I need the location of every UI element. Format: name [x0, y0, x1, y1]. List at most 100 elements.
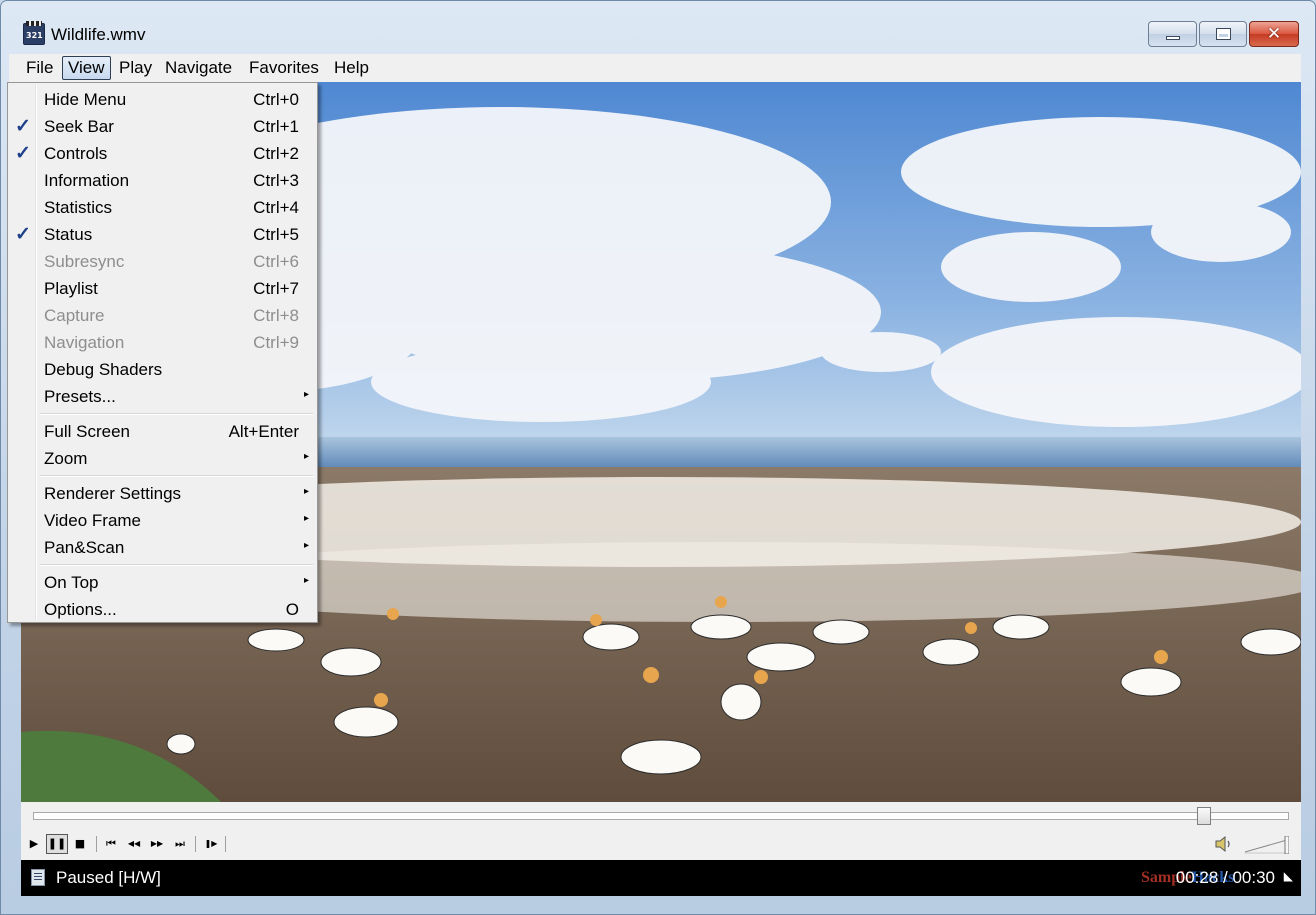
menu-item-label: Statistics [44, 198, 113, 217]
menu-item-shortcut: Ctrl+1 [253, 117, 299, 136]
stop-button[interactable]: ■ [69, 834, 91, 854]
frame-step-button[interactable]: ❚▶ [200, 834, 222, 854]
submenu-arrow-icon: ▸ [303, 540, 309, 551]
menu-help[interactable]: Help [329, 56, 374, 80]
menu-item-shortcut: Ctrl+5 [253, 225, 299, 244]
seek-bar[interactable] [33, 807, 1289, 825]
checkmark-icon: ✓ [15, 224, 31, 245]
menu-bar: File View Play Navigate Favorites Help [9, 54, 1301, 83]
submenu-arrow-icon: ▸ [303, 389, 309, 400]
separator [96, 836, 97, 852]
view-menu-item-navigation[interactable]: Navigation Ctrl+9 [10, 329, 315, 356]
menu-separator [40, 413, 313, 415]
menu-item-label: Information [44, 171, 130, 190]
close-button[interactable]: ✕ [1249, 21, 1299, 47]
menu-item-label: Options... [44, 600, 117, 619]
menu-separator [40, 564, 313, 566]
menu-navigate[interactable]: Navigate [160, 56, 237, 80]
view-menu-item-presets[interactable]: Presets... ▸ [10, 383, 315, 410]
menu-item-shortcut: Ctrl+7 [253, 279, 299, 298]
view-menu-item-pan-scan[interactable]: Pan&Scan ▸ [10, 534, 315, 561]
checkmark-icon: ✓ [15, 143, 31, 164]
view-menu-item-seek-bar[interactable]: ✓ Seek Bar Ctrl+1 [10, 113, 315, 140]
status-text: Paused [H/W] [56, 868, 161, 887]
menu-view[interactable]: View [62, 56, 111, 80]
view-menu-dropdown: Hide Menu Ctrl+0 ✓ Seek Bar Ctrl+1 ✓ Controls C… [7, 82, 318, 623]
submenu-arrow-icon: ▸ [303, 575, 309, 586]
menu-separator [40, 475, 313, 477]
seek-thumb[interactable] [1197, 807, 1211, 825]
view-menu-item-full-screen[interactable]: Full Screen Alt+Enter [10, 418, 315, 445]
maximize-button[interactable] [1199, 21, 1247, 47]
view-menu-item-options[interactable]: Options... O [10, 596, 315, 623]
menu-item-label: Renderer Settings [44, 484, 182, 503]
volume-slider[interactable] [1243, 836, 1289, 854]
menu-favorites[interactable]: Favorites [244, 56, 324, 80]
view-menu-item-zoom[interactable]: Zoom ▸ [10, 445, 315, 472]
menu-item-shortcut: Ctrl+4 [253, 198, 299, 217]
view-menu-item-video-frame[interactable]: Video Frame ▸ [10, 507, 315, 534]
rewind-button[interactable]: ◀◀ [123, 834, 145, 854]
submenu-arrow-icon: ▸ [303, 486, 309, 497]
file-icon [31, 869, 45, 886]
separator [195, 836, 196, 852]
menu-item-label: On Top [44, 573, 99, 592]
menu-item-label: Seek Bar [44, 117, 114, 136]
menu-item-shortcut: Ctrl+9 [253, 333, 299, 352]
close-icon: ✕ [1266, 24, 1282, 44]
fast-forward-button[interactable]: ▶▶ [146, 834, 168, 854]
maximize-icon [1216, 28, 1231, 40]
status-bar: Paused [H/W] SampleHacks 00:28 / 00:30 ◣ [21, 860, 1301, 896]
view-menu-item-renderer-settings[interactable]: Renderer Settings ▸ [10, 480, 315, 507]
app-window: 321 Wildlife.wmv ✕ File View Play Naviga… [0, 0, 1316, 915]
view-menu-item-playlist[interactable]: Playlist Ctrl+7 [10, 275, 315, 302]
submenu-arrow-icon: ▸ [303, 513, 309, 524]
menu-item-shortcut: Ctrl+6 [253, 252, 299, 271]
menu-item-label: Debug Shaders [44, 360, 163, 379]
menu-item-shortcut: O [285, 600, 299, 619]
view-menu-item-on-top[interactable]: On Top ▸ [10, 569, 315, 596]
menu-item-label: Navigation [44, 333, 125, 352]
speaker-icon[interactable] [1213, 834, 1235, 854]
status-time: 00:28 / 00:30 [1175, 868, 1275, 887]
play-button[interactable]: ▶ [23, 834, 45, 854]
menu-item-shortcut: Ctrl+3 [253, 171, 299, 190]
menu-item-shortcut: Ctrl+8 [253, 306, 299, 325]
view-menu-item-capture[interactable]: Capture Ctrl+8 [10, 302, 315, 329]
view-menu-item-controls[interactable]: ✓ Controls Ctrl+2 [10, 140, 315, 167]
menu-item-label: Full Screen [44, 422, 130, 441]
view-menu-item-subresync[interactable]: Subresync Ctrl+6 [10, 248, 315, 275]
menu-item-label: Playlist [44, 279, 98, 298]
view-menu-item-hide-menu[interactable]: Hide Menu Ctrl+0 [10, 86, 315, 113]
menu-item-label: Controls [44, 144, 108, 163]
minimize-button[interactable] [1148, 21, 1197, 47]
submenu-arrow-icon: ▸ [303, 451, 309, 462]
menu-item-shortcut: Ctrl+0 [253, 90, 299, 109]
menu-item-label: Pan&Scan [44, 538, 125, 557]
app-icon-text: 321 [26, 31, 43, 40]
menu-play[interactable]: Play [114, 56, 157, 80]
previous-button[interactable]: ⏮ [100, 834, 122, 854]
controls-bar: ▶ ❚❚ ■ ⏮ ◀◀ ▶▶ ⏭ ❚▶ [21, 802, 1301, 860]
view-menu-item-debug-shaders[interactable]: Debug Shaders [10, 356, 315, 383]
menu-item-label: Subresync [44, 252, 125, 271]
menu-file[interactable]: File [21, 56, 58, 80]
minimize-icon [1166, 36, 1180, 40]
view-menu-item-statistics[interactable]: Statistics Ctrl+4 [10, 194, 315, 221]
pause-button[interactable]: ❚❚ [46, 834, 68, 854]
menu-item-label: Video Frame [44, 511, 142, 530]
menu-item-label: Zoom [44, 449, 88, 468]
view-menu-item-information[interactable]: Information Ctrl+3 [10, 167, 315, 194]
title-bar[interactable]: 321 Wildlife.wmv ✕ [1, 1, 1315, 53]
next-button[interactable]: ⏭ [169, 834, 191, 854]
menu-item-label: Status [44, 225, 93, 244]
menu-item-shortcut: Ctrl+2 [253, 144, 299, 163]
menu-item-shortcut: Alt+Enter [228, 422, 299, 441]
window-title: Wildlife.wmv [51, 25, 146, 44]
resize-grip-icon: ◣ [1283, 869, 1293, 883]
menu-item-label: Hide Menu [44, 90, 127, 109]
view-menu-item-status[interactable]: ✓ Status Ctrl+5 [10, 221, 315, 248]
app-icon[interactable]: 321 [23, 21, 45, 45]
checkmark-icon: ✓ [15, 116, 31, 137]
menu-item-label: Capture [44, 306, 105, 325]
